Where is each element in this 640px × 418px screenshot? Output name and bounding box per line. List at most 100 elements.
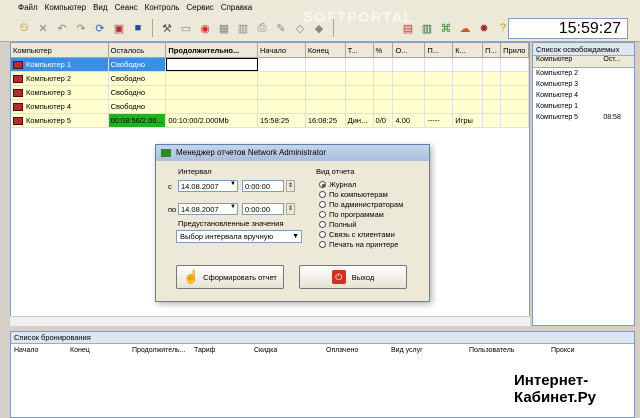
- booking-column-header[interactable]: Конец: [67, 347, 129, 354]
- to-date-field[interactable]: 14.08.2007: [178, 203, 238, 215]
- radio-dot[interactable]: [319, 191, 326, 198]
- report-type-radio[interactable]: По администраторам: [319, 200, 403, 209]
- redo-icon[interactable]: ↷: [73, 20, 89, 36]
- table-cell[interactable]: [501, 86, 529, 99]
- table-cell[interactable]: Свободно: [109, 72, 167, 85]
- table-cell[interactable]: [453, 86, 484, 99]
- table-cell[interactable]: [483, 86, 502, 99]
- table-cell[interactable]: [393, 58, 426, 71]
- table-cell[interactable]: 4.00: [393, 114, 426, 127]
- column-header-p[interactable]: П...: [425, 43, 454, 57]
- table-cell[interactable]: 00:10:00/2.000Mb: [166, 114, 258, 127]
- from-time-field[interactable]: 0:00:00: [242, 180, 284, 192]
- menu-item-0[interactable]: Файл: [18, 3, 38, 12]
- table-cell[interactable]: Компьютер 1: [11, 58, 109, 71]
- table-cell[interactable]: [453, 72, 484, 85]
- from-date-dropdown-icon[interactable]: ▼: [230, 181, 236, 187]
- table-cell[interactable]: Дин...: [346, 114, 374, 127]
- booking-column-header[interactable]: Пользователь: [466, 347, 548, 354]
- report-type-radio[interactable]: По компьютерам: [319, 190, 388, 199]
- table-cell[interactable]: 15:58:25: [258, 114, 306, 127]
- table-row[interactable]: Компьютер 4 Свободно: [11, 100, 529, 114]
- menu-item-5[interactable]: Сервис: [186, 3, 213, 12]
- table-cell[interactable]: [501, 114, 529, 127]
- table-cell[interactable]: Свободно: [108, 58, 167, 71]
- exit-button[interactable]: ⏻ Выход: [299, 265, 407, 289]
- computer-icon[interactable]: ▣: [111, 20, 127, 36]
- booking-column-header[interactable]: Тариф: [191, 347, 251, 354]
- table-cell[interactable]: [258, 86, 306, 99]
- network-icon[interactable]: ⌘: [438, 20, 454, 36]
- table-cell[interactable]: [453, 58, 484, 71]
- table-cell[interactable]: [393, 100, 426, 113]
- column-header-tariff[interactable]: Т...: [346, 43, 374, 57]
- table-cell[interactable]: [166, 86, 258, 99]
- table-cell[interactable]: Компьютер 3: [11, 86, 109, 99]
- report-type-radio[interactable]: Печать на принтере: [319, 240, 398, 249]
- booking-column-header[interactable]: Прокси: [548, 347, 588, 354]
- radio-dot[interactable]: [319, 241, 326, 248]
- column-header-left[interactable]: Осталось: [109, 43, 167, 57]
- table-cell[interactable]: [374, 58, 394, 71]
- table-cell[interactable]: [501, 100, 529, 113]
- column-header-computer[interactable]: Компьютер: [11, 43, 109, 57]
- booking-column-header[interactable]: Оплачено: [323, 347, 388, 354]
- list-item[interactable]: Компьютер 2: [533, 68, 634, 79]
- report-type-radio[interactable]: По программам: [319, 210, 384, 219]
- table-row[interactable]: Компьютер 1 Свободно: [11, 58, 529, 72]
- table-cell[interactable]: 16:08:25: [306, 114, 346, 127]
- booking-column-header[interactable]: Продолжитель...: [129, 347, 191, 354]
- column-header-amount[interactable]: О...: [393, 43, 426, 57]
- table-cell[interactable]: Свободно: [109, 86, 167, 99]
- table-cell[interactable]: [258, 72, 306, 85]
- table-cell[interactable]: [501, 72, 529, 85]
- booking-column-header[interactable]: Вид услуг: [388, 347, 466, 354]
- table-cell[interactable]: [393, 72, 426, 85]
- column-header-k[interactable]: К...: [453, 43, 484, 57]
- booking-column-header[interactable]: Скидка: [251, 347, 323, 354]
- document-icon[interactable]: ▭: [178, 20, 194, 36]
- table-cell[interactable]: [346, 72, 374, 85]
- table-cell[interactable]: [306, 58, 346, 71]
- to-date-dropdown-icon[interactable]: ▼: [230, 204, 236, 210]
- table-cell[interactable]: [346, 86, 374, 99]
- preset-select[interactable]: Выбор интервала вручную ▼: [176, 230, 302, 243]
- column-header-p2[interactable]: П...: [483, 43, 502, 57]
- from-date-field[interactable]: 14.08.2007: [178, 180, 238, 192]
- table-cell[interactable]: [346, 100, 374, 113]
- stop-icon[interactable]: ◉: [197, 20, 213, 36]
- column-header-percent[interactable]: %: [374, 43, 394, 57]
- table-cell[interactable]: [258, 100, 306, 113]
- settings-icon[interactable]: ✹: [476, 20, 492, 36]
- list-item[interactable]: Компьютер 1: [533, 101, 634, 112]
- radio-dot[interactable]: [319, 221, 326, 228]
- table-cell[interactable]: 00:08:56/2.00...: [108, 114, 167, 127]
- list-item[interactable]: Компьютер 3: [533, 79, 634, 90]
- table-cell[interactable]: Компьютер 4: [11, 100, 109, 113]
- table-cell[interactable]: [346, 58, 374, 71]
- list-item[interactable]: Компьютер 5 08:58: [533, 112, 634, 123]
- table-cell[interactable]: [258, 58, 306, 71]
- table-cell[interactable]: [425, 72, 454, 85]
- table-cell[interactable]: [166, 58, 259, 71]
- undo-icon[interactable]: ↶: [54, 20, 70, 36]
- table-cell[interactable]: [306, 86, 346, 99]
- table-cell[interactable]: [306, 100, 346, 113]
- table-cell[interactable]: [483, 58, 502, 71]
- free-list-col-left[interactable]: Ост...: [600, 56, 634, 67]
- edit-icon[interactable]: ✎: [273, 20, 289, 36]
- table-cell[interactable]: [425, 58, 454, 71]
- booking-column-header[interactable]: Начало: [11, 347, 67, 354]
- radio-dot[interactable]: [319, 231, 326, 238]
- table-cell[interactable]: [425, 100, 454, 113]
- to-time-field[interactable]: 0:00:00: [242, 203, 284, 215]
- table-cell[interactable]: Свободно: [109, 100, 167, 113]
- report-type-radio[interactable]: Полный: [319, 220, 357, 229]
- table-row[interactable]: Компьютер 2 Свободно: [11, 72, 529, 86]
- table-cell[interactable]: [306, 72, 346, 85]
- table-cell[interactable]: [374, 86, 394, 99]
- column-header-end[interactable]: Конец: [306, 43, 346, 57]
- monitor-icon[interactable]: ■: [130, 20, 146, 36]
- menu-item-6[interactable]: Справка: [221, 3, 252, 12]
- report-icon[interactable]: ▥: [419, 20, 435, 36]
